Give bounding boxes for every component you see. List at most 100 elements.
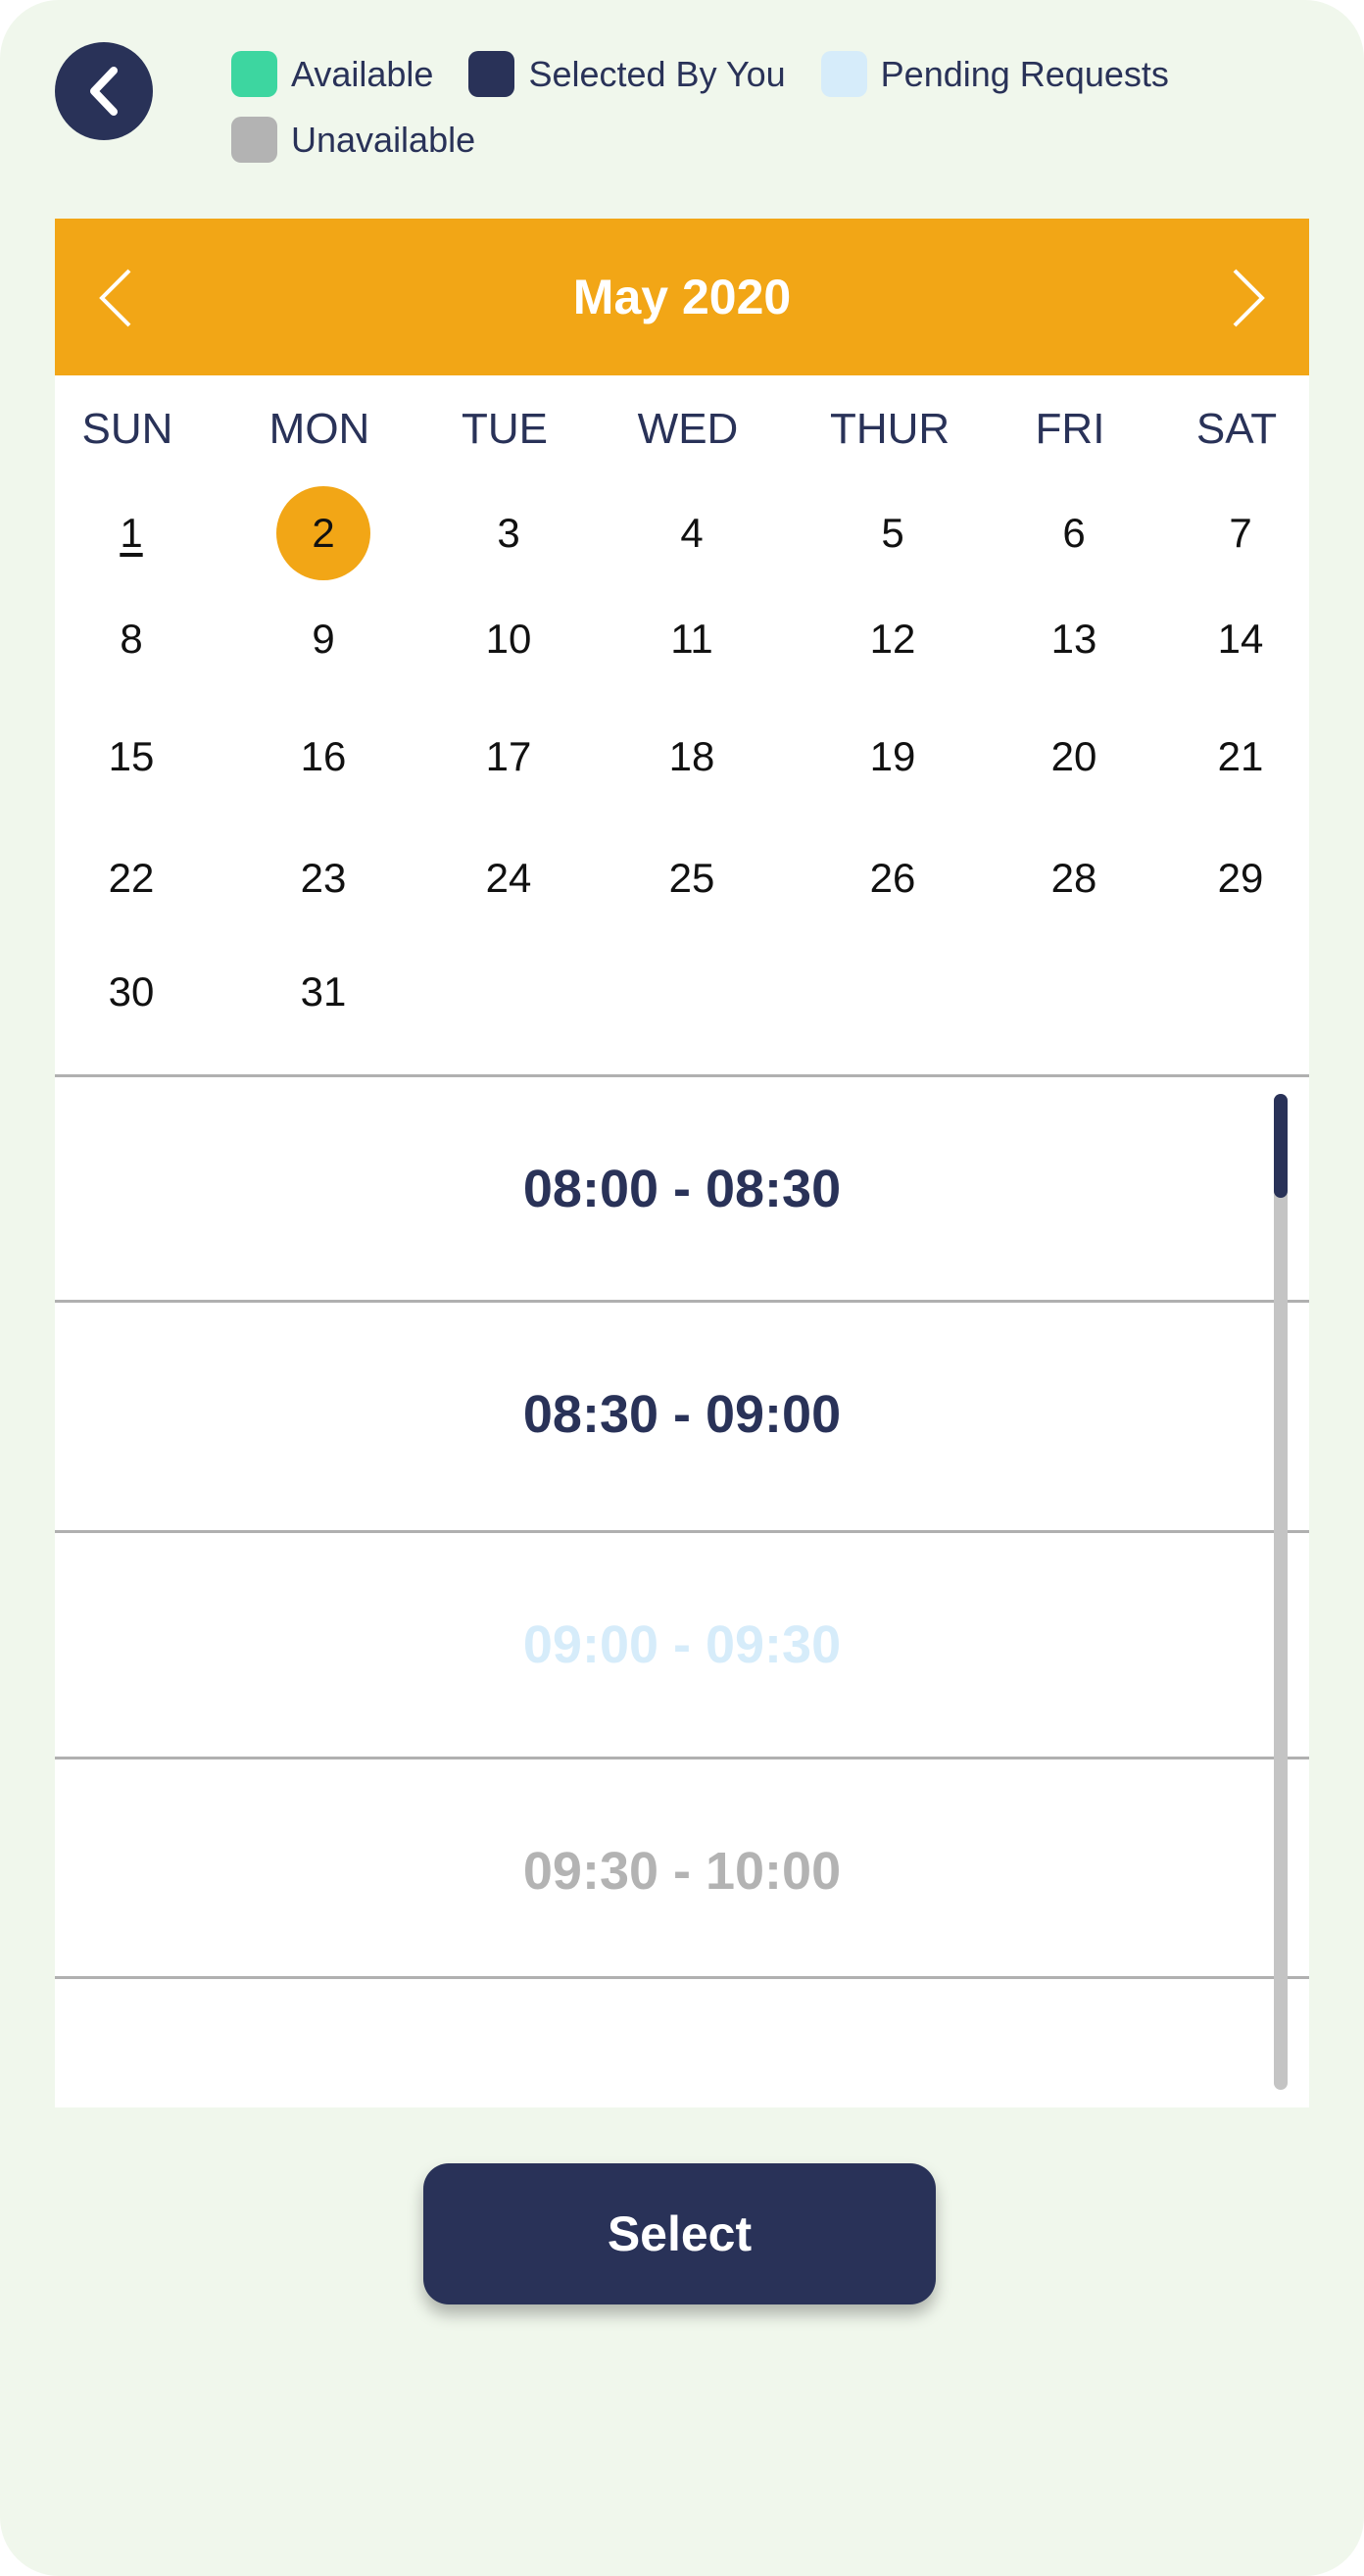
- legend-swatch: [231, 51, 277, 97]
- calendar-day[interactable]: 28: [1027, 831, 1121, 925]
- time-slot[interactable]: 08:00 - 08:30: [55, 1074, 1309, 1300]
- calendar-day-number: 14: [1217, 616, 1264, 662]
- weekday-header: MON: [268, 405, 370, 453]
- calendar-day-number: 30: [108, 968, 155, 1015]
- calendar-day-number: 2: [312, 510, 335, 556]
- select-button[interactable]: Select: [423, 2163, 936, 2304]
- calendar-day[interactable]: 23: [276, 831, 370, 925]
- chevron-left-icon: [90, 67, 118, 116]
- time-slot-label: 09:30 - 10:00: [522, 1841, 842, 1901]
- calendar-day-number: 12: [869, 616, 916, 662]
- legend-label: Pending Requests: [880, 53, 1169, 94]
- weekday-header: SAT: [1195, 405, 1278, 453]
- calendar-day[interactable]: 11: [645, 592, 739, 686]
- legend-item: Selected By You: [468, 51, 786, 97]
- calendar-day[interactable]: 29: [1194, 831, 1288, 925]
- calendar-day[interactable]: 30: [84, 945, 178, 1039]
- scrollbar-thumb[interactable]: [1274, 1094, 1288, 1198]
- calendar-day-number: 25: [668, 855, 715, 901]
- time-slot-label: 08:00 - 08:30: [522, 1159, 842, 1218]
- calendar-day[interactable]: 4: [645, 486, 739, 580]
- calendar-day[interactable]: 20: [1027, 710, 1121, 804]
- calendar-day-number: 26: [869, 855, 916, 901]
- calendar-day-number: 7: [1229, 510, 1252, 556]
- time-slot-label: 09:00 - 09:30: [522, 1614, 842, 1674]
- legend-label: Unavailable: [291, 119, 476, 160]
- legend-label: Selected By You: [528, 53, 786, 94]
- calendar-day-number: 10: [485, 616, 532, 662]
- legend-item: Unavailable: [231, 117, 475, 163]
- calendar-day[interactable]: 1: [84, 486, 178, 580]
- calendar-day-number: 22: [108, 855, 155, 901]
- legend: Available Selected By You Pending Requests…: [231, 51, 1211, 163]
- calendar-day[interactable]: 12: [846, 592, 940, 686]
- calendar-day[interactable]: 6: [1027, 486, 1121, 580]
- calendar-day[interactable]: 21: [1194, 710, 1288, 804]
- calendar-day[interactable]: 31: [276, 945, 370, 1039]
- previous-month-button[interactable]: [96, 268, 135, 333]
- calendar-day[interactable]: 15: [84, 710, 178, 804]
- calendar-day[interactable]: 22: [84, 831, 178, 925]
- calendar-day[interactable]: 10: [462, 592, 556, 686]
- calendar-day[interactable]: 9: [276, 592, 370, 686]
- calendar-day[interactable]: 13: [1027, 592, 1121, 686]
- time-slot-list[interactable]: 09:30 - 10:00 09:00 - 09:30 08:30 - 09:00 0…: [55, 1074, 1309, 2107]
- calendar-day-number: 6: [1062, 510, 1086, 556]
- calendar-day[interactable]: 26: [846, 831, 940, 925]
- calendar-day[interactable]: 19: [846, 710, 940, 804]
- calendar-day[interactable]: 17: [462, 710, 556, 804]
- calendar: May 2020 SUN MON TUE WED THUR FRI SAT 1 2 3 4 5 6 7 8 9…: [55, 219, 1309, 1077]
- calendar-day[interactable]: 8: [84, 592, 178, 686]
- legend-swatch: [468, 51, 515, 97]
- weekday-header: THUR: [830, 405, 950, 453]
- time-slot[interactable]: 09:00 - 09:30: [55, 1530, 1309, 1756]
- booking-screen: Available Selected By You Pending Requests…: [0, 0, 1364, 2576]
- back-button[interactable]: [55, 42, 153, 140]
- time-slot[interactable]: 09:30 - 10:00: [55, 1757, 1309, 1982]
- calendar-day-number: 28: [1050, 855, 1097, 901]
- weekday-header: TUE: [462, 405, 548, 453]
- weekday-header: FRI: [1035, 405, 1105, 453]
- next-month-button[interactable]: [1229, 268, 1268, 333]
- calendar-day-number: 19: [869, 733, 916, 779]
- slot-divider: [55, 1976, 1309, 1979]
- calendar-day-number: 1: [120, 510, 143, 556]
- legend-label: Available: [291, 53, 434, 94]
- calendar-day-number: 16: [300, 733, 347, 779]
- chevron-right-icon: [1233, 269, 1265, 327]
- calendar-day[interactable]: 7: [1194, 486, 1288, 580]
- calendar-day-number: 11: [670, 616, 713, 662]
- weekday-header: WED: [637, 405, 739, 453]
- calendar-day-number: 31: [300, 968, 347, 1015]
- calendar-day[interactable]: 14: [1194, 592, 1288, 686]
- calendar-day[interactable]: 24: [462, 831, 556, 925]
- calendar-day-number: 15: [108, 733, 155, 779]
- weekday-header: SUN: [81, 405, 173, 453]
- calendar-day-number: 21: [1217, 733, 1264, 779]
- calendar-day-number: 23: [300, 855, 347, 901]
- calendar-day[interactable]: 25: [645, 831, 739, 925]
- calendar-day-number: 29: [1217, 855, 1264, 901]
- calendar-day[interactable]: 18: [645, 710, 739, 804]
- calendar-day-number: 3: [497, 510, 520, 556]
- calendar-day[interactable]: 5: [846, 486, 940, 580]
- legend-swatch: [820, 51, 867, 97]
- calendar-day-number: 13: [1050, 616, 1097, 662]
- calendar-day-number: 20: [1050, 733, 1097, 779]
- scrollbar[interactable]: [1274, 1094, 1288, 2090]
- calendar-day-number: 5: [881, 510, 904, 556]
- calendar-day-number: 17: [485, 733, 532, 779]
- chevron-left-icon: [99, 269, 131, 327]
- legend-swatch: [231, 117, 277, 163]
- calendar-day[interactable]: 16: [276, 710, 370, 804]
- time-slot-label: 08:30 - 09:00: [522, 1384, 842, 1444]
- calendar-grid: SUN MON TUE WED THUR FRI SAT 1 2 3 4 5 6 7 8 9 10 11 12 13 1…: [55, 375, 1309, 1077]
- legend-item: Pending Requests: [820, 51, 1169, 97]
- calendar-day-number: 24: [485, 855, 532, 901]
- legend-item: Available: [231, 51, 433, 97]
- calendar-day[interactable]: 3: [462, 486, 556, 580]
- time-slot[interactable]: 08:30 - 09:00: [55, 1300, 1309, 1525]
- calendar-day-number: 8: [120, 616, 143, 662]
- calendar-day[interactable]: 2: [276, 486, 370, 580]
- month-title: May 2020: [572, 270, 792, 324]
